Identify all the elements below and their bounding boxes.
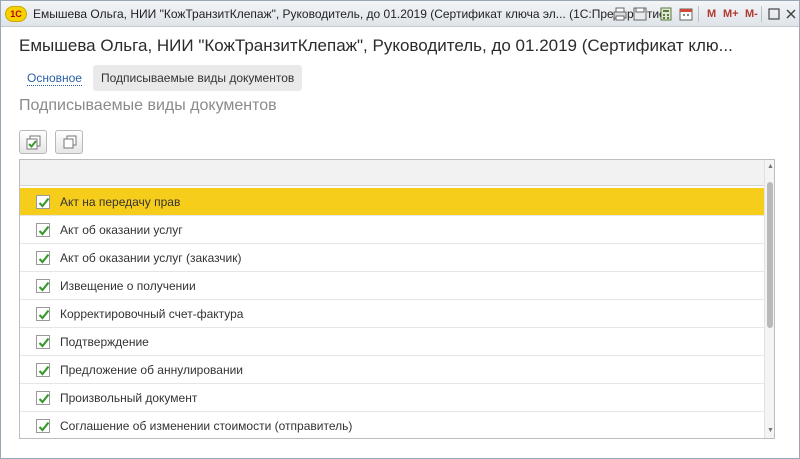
toolbar-separator: [761, 6, 762, 22]
toolbar-separator: [698, 6, 699, 22]
row-label: Акт об оказании услуг (заказчик): [60, 251, 242, 265]
checkmark-icon: [38, 365, 50, 376]
row-checkbox[interactable]: [36, 307, 50, 321]
row-checkbox[interactable]: [36, 363, 50, 377]
checkmark-icon: [38, 253, 50, 264]
table-body: Акт на передачу прав Акт об оказании услу…: [20, 188, 764, 438]
row-label: Акт об оказании услуг: [60, 223, 183, 237]
checkmark-icon: [38, 421, 50, 432]
scroll-down-icon[interactable]: ▼: [766, 426, 774, 436]
row-checkbox[interactable]: [36, 279, 50, 293]
section-title: Подписываемые виды документов: [19, 97, 277, 114]
table-row[interactable]: Акт об оказании услуг (заказчик): [20, 244, 764, 272]
row-label: Соглашение об изменении стоимости (отпра…: [60, 419, 353, 433]
row-checkbox[interactable]: [36, 419, 50, 433]
table-row[interactable]: Подтверждение: [20, 328, 764, 356]
table-row[interactable]: Акт об оказании услуг: [20, 216, 764, 244]
close-icon[interactable]: [782, 5, 800, 23]
calendar-icon[interactable]: [677, 5, 695, 23]
maximize-icon[interactable]: [765, 5, 783, 23]
table-header: [20, 160, 764, 186]
document-types-table[interactable]: Акт на передачу прав Акт об оказании услу…: [19, 159, 775, 439]
row-label: Произвольный документ: [60, 391, 198, 405]
form-title: Емышева Ольга, НИИ "КожТранзитКлепаж", Р…: [19, 36, 733, 55]
table-row[interactable]: Произвольный документ: [20, 384, 764, 412]
uncheck-all-icon: [63, 135, 77, 149]
table-row[interactable]: Извещение о получении: [20, 272, 764, 300]
scrollbar-thumb[interactable]: [767, 182, 773, 328]
check-all-button[interactable]: [19, 130, 47, 154]
row-label: Акт на передачу прав: [60, 195, 181, 209]
window-title: Емышева Ольга, НИИ "КожТранзитКлепаж", Р…: [33, 7, 670, 21]
tab-signed-document-types[interactable]: Подписываемые виды документов: [93, 65, 303, 91]
checkmark-icon: [38, 337, 50, 348]
memory-plus-button[interactable]: M+: [723, 5, 739, 23]
table-row[interactable]: Корректировочный счет-фактура: [20, 300, 764, 328]
calculator-icon[interactable]: [657, 5, 675, 23]
memory-minus-button[interactable]: M-: [745, 5, 758, 23]
app-logo-icon[interactable]: 1С: [5, 6, 27, 22]
row-label: Подтверждение: [60, 335, 149, 349]
tab-main[interactable]: Основное: [19, 65, 90, 91]
checkmark-icon: [38, 197, 50, 208]
table-row[interactable]: Акт на передачу прав: [20, 188, 764, 216]
checkmark-icon: [38, 225, 50, 236]
row-label: Корректировочный счет-фактура: [60, 307, 244, 321]
table-row[interactable]: Соглашение об изменении стоимости (отпра…: [20, 412, 764, 438]
table-row[interactable]: Предложение об аннулировании: [20, 356, 764, 384]
row-checkbox[interactable]: [36, 391, 50, 405]
row-label: Извещение о получении: [60, 279, 196, 293]
tab-main-label[interactable]: Основное: [27, 71, 82, 86]
uncheck-all-button[interactable]: [55, 130, 83, 154]
row-checkbox[interactable]: [36, 335, 50, 349]
row-checkbox[interactable]: [36, 195, 50, 209]
print-icon[interactable]: [611, 5, 629, 23]
checkmark-icon: [38, 393, 50, 404]
title-bar[interactable]: 1С Емышева Ольга, НИИ "КожТранзитКлепаж"…: [1, 1, 799, 27]
memory-m-button[interactable]: M: [707, 5, 716, 23]
vertical-scrollbar[interactable]: ▲ ▼: [764, 160, 774, 438]
scroll-up-icon[interactable]: ▲: [766, 162, 774, 172]
row-checkbox[interactable]: [36, 223, 50, 237]
checkmark-icon: [38, 309, 50, 320]
app-window: 1С Емышева Ольга, НИИ "КожТранзитКлепаж"…: [0, 0, 800, 459]
check-all-icon: [26, 135, 41, 150]
row-checkbox[interactable]: [36, 251, 50, 265]
row-label: Предложение об аннулировании: [60, 363, 243, 377]
checkmark-icon: [38, 281, 50, 292]
save-icon[interactable]: [631, 5, 649, 23]
